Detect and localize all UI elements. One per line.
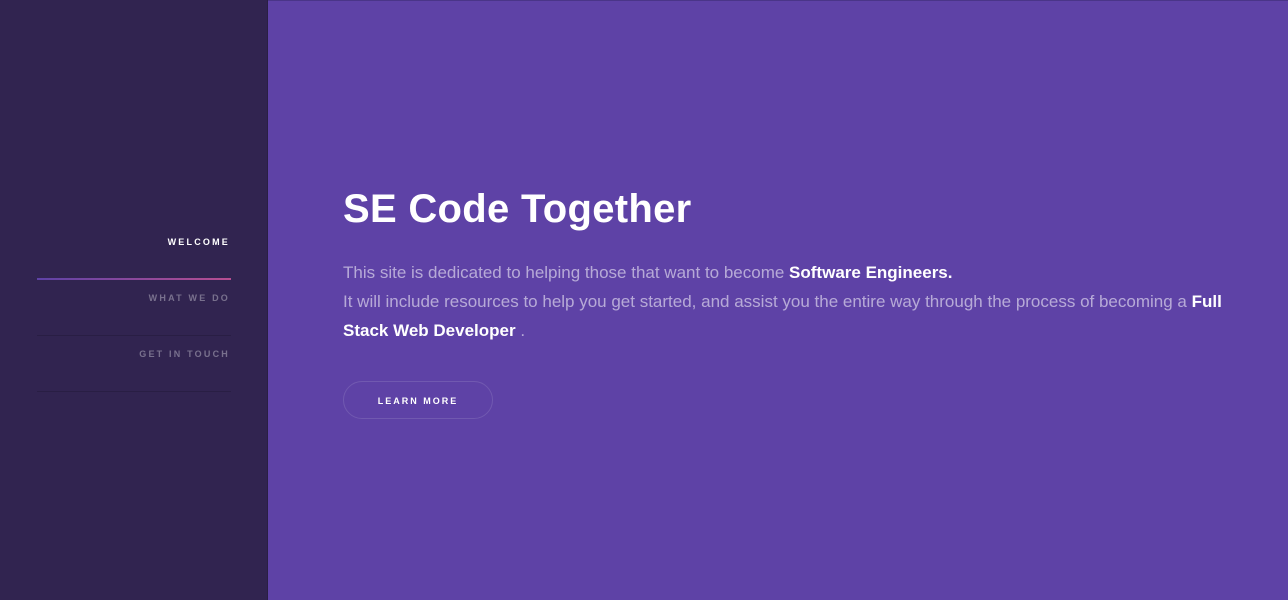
main-section: SE Code Together This site is dedicated … <box>268 0 1288 600</box>
hero-content: SE Code Together This site is dedicated … <box>343 187 1243 419</box>
nav-item-label: Get In Touch <box>139 349 230 359</box>
hero-description: This site is dedicated to helping those … <box>343 258 1243 345</box>
desc-line2-suffix: . <box>515 321 526 340</box>
desc-line1-text: This site is dedicated to helping those … <box>343 263 790 282</box>
nav-item-what-we-do[interactable]: What We Do <box>37 280 231 336</box>
sidebar-nav: Welcome What We Do Get In Touch <box>37 224 231 392</box>
learn-more-button[interactable]: Learn More <box>343 381 493 419</box>
desc-highlight-software-engineers: Software Engineers. <box>789 263 953 282</box>
sidebar: Welcome What We Do Get In Touch <box>0 0 268 600</box>
nav-item-underline <box>37 391 231 392</box>
nav-item-label: What We Do <box>148 293 230 303</box>
nav-item-label: Welcome <box>167 237 230 247</box>
desc-line2-text: It will include resources to help you ge… <box>343 292 1192 311</box>
nav-item-welcome[interactable]: Welcome <box>37 224 231 280</box>
page-title: SE Code Together <box>343 187 692 231</box>
nav-item-get-in-touch[interactable]: Get In Touch <box>37 336 231 392</box>
